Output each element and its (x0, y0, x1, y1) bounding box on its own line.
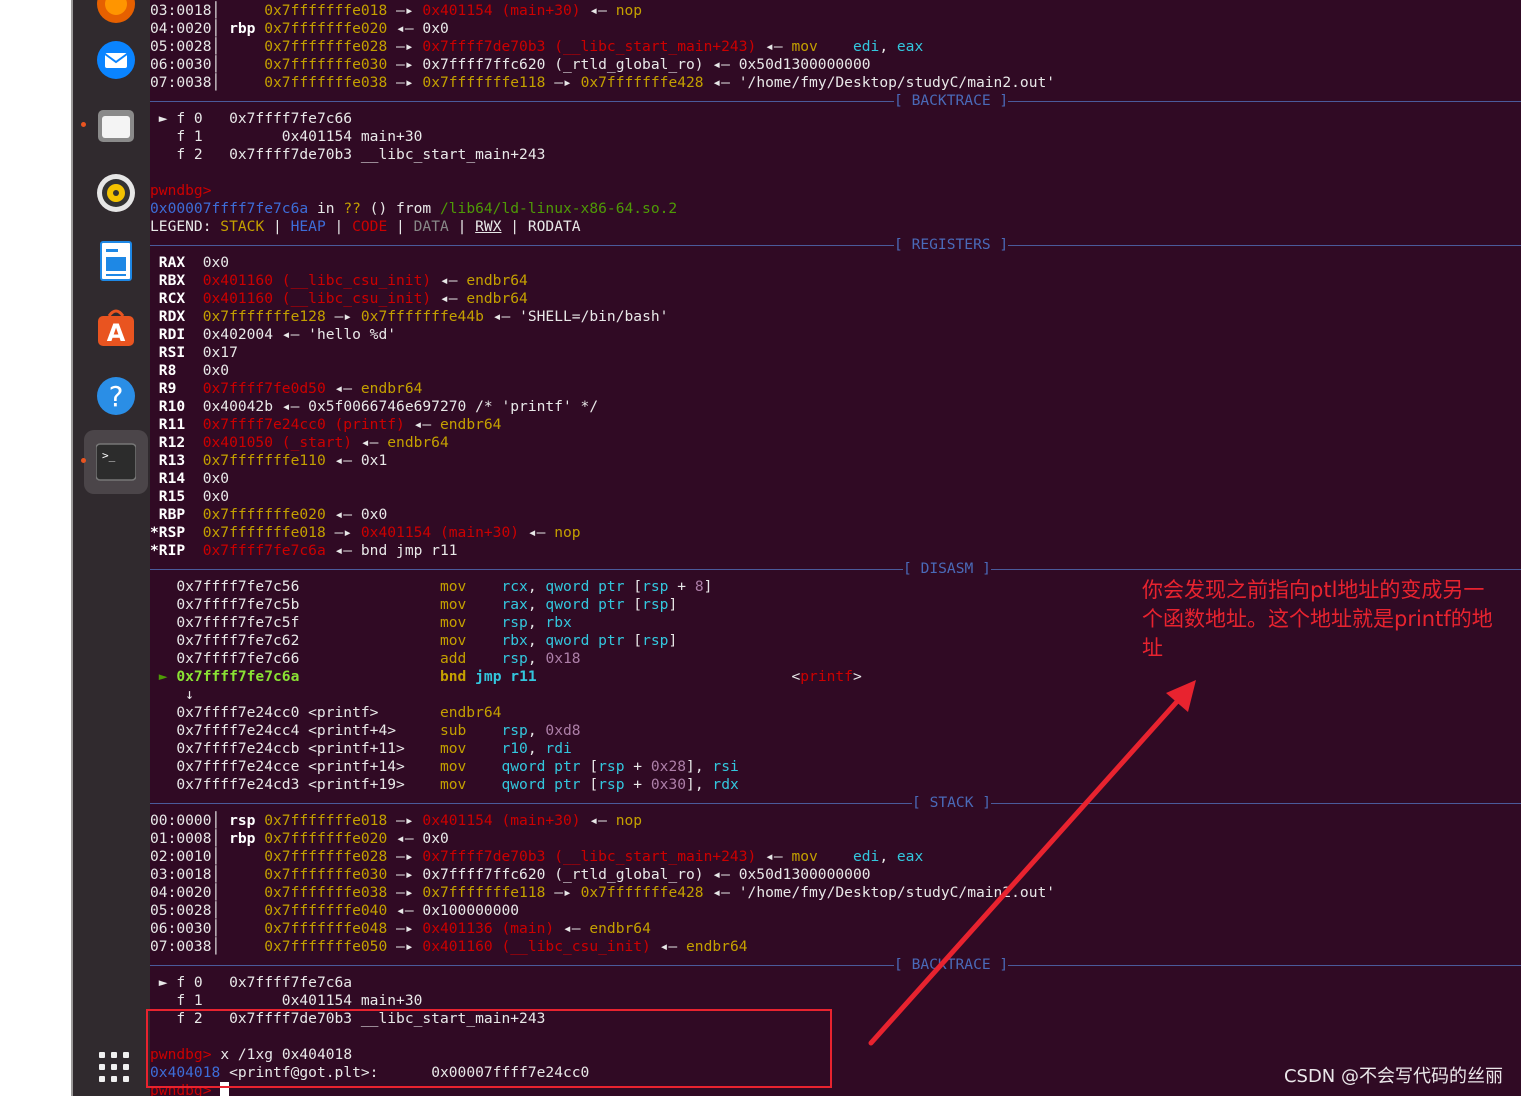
annotation-note: 你会发现之前指向ptl地址的变成另一个函数地址。这个地址就是printf的地址 (1142, 578, 1493, 660)
highlight-box (146, 1009, 832, 1088)
watermark: CSDN @不会写代码的丝丽 (1283, 1066, 1503, 1087)
annotation-arrow (868, 680, 1196, 1046)
